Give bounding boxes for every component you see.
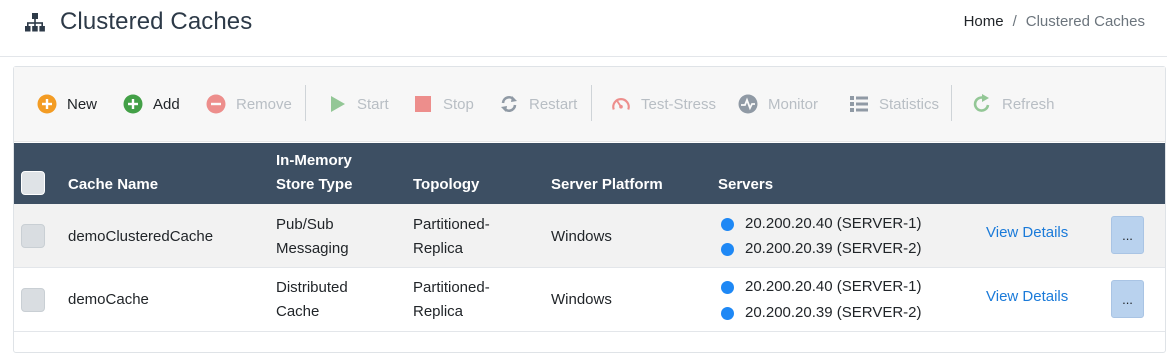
start-button[interactable]: Start <box>327 92 389 116</box>
row-checkbox[interactable] <box>21 224 45 248</box>
table-header: Cache Name In-Memory Store Type Topology… <box>14 143 1165 204</box>
speedometer-icon <box>611 94 631 114</box>
toolbar: New Add Remove Start Stop Restart Test-S… <box>14 67 1165 142</box>
sitemap-icon <box>24 11 46 33</box>
plus-circle-icon <box>123 94 143 114</box>
server-status-dot-icon <box>721 306 734 320</box>
refresh-icon <box>972 94 992 114</box>
col-servers: Servers <box>718 176 774 193</box>
col-store-type-line2: Store Type <box>276 176 353 193</box>
more-actions-button[interactable]: ... <box>1111 280 1144 318</box>
remove-button-label: Remove <box>236 95 292 113</box>
server-address: 20.200.20.39 (SERVER-2) <box>745 304 922 321</box>
topology-line2: Replica <box>413 303 464 320</box>
topology-line1: Partitioned- <box>413 216 490 233</box>
heartbeat-icon <box>738 94 758 114</box>
cache-name: demoClusteredCache <box>68 228 214 245</box>
refresh-button-label: Refresh <box>1002 95 1055 113</box>
breadcrumb-current: Clustered Caches <box>1025 13 1145 30</box>
restart-button-label: Restart <box>529 95 578 113</box>
col-store-type-line1: In-Memory <box>276 152 352 169</box>
row-checkbox[interactable] <box>21 288 45 312</box>
server-address: 20.200.20.40 (SERVER-1) <box>745 278 922 295</box>
store-type-line2: Cache <box>276 303 320 320</box>
topology-line1: Partitioned- <box>413 279 490 296</box>
store-type-line1: Distributed <box>276 279 348 296</box>
toolbar-divider <box>951 85 952 121</box>
toolbar-divider <box>591 85 592 121</box>
server-platform: Windows <box>551 291 612 308</box>
select-all-checkbox[interactable] <box>21 171 45 195</box>
test-stress-button[interactable]: Test-Stress <box>611 92 716 116</box>
table-row[interactable]: demoClusteredCache Pub/Sub Messaging Par… <box>14 204 1165 268</box>
stop-button[interactable]: Stop <box>413 92 474 116</box>
test-stress-button-label: Test-Stress <box>641 95 717 113</box>
monitor-button-label: Monitor <box>768 95 819 113</box>
page-header: Clustered Caches Home / Clustered Caches <box>0 0 1167 57</box>
page-title-wrap: Clustered Caches <box>24 8 252 36</box>
refresh-button[interactable]: Refresh <box>972 92 1055 116</box>
sync-icon <box>499 94 519 114</box>
list-icon <box>849 94 869 114</box>
new-button[interactable]: New <box>37 92 97 116</box>
server-platform: Windows <box>551 228 612 245</box>
server-address: 20.200.20.39 (SERVER-2) <box>745 240 922 257</box>
server-entry: 20.200.20.39 (SERVER-2) <box>721 236 922 262</box>
server-status-dot-icon <box>721 242 734 256</box>
monitor-button[interactable]: Monitor <box>738 92 818 116</box>
topology-line2: Replica <box>413 240 464 257</box>
play-icon <box>327 94 347 114</box>
server-entry: 20.200.20.40 (SERVER-1) <box>721 211 922 237</box>
stop-icon <box>413 94 433 114</box>
store-type-line2: Messaging <box>276 240 349 257</box>
server-entry: 20.200.20.39 (SERVER-2) <box>721 300 922 326</box>
remove-button[interactable]: Remove <box>206 92 292 116</box>
restart-button[interactable]: Restart <box>499 92 577 116</box>
breadcrumb-home-link[interactable]: Home <box>964 13 1004 30</box>
more-actions-button[interactable]: ... <box>1111 216 1144 254</box>
page-title: Clustered Caches <box>60 8 253 35</box>
minus-circle-icon <box>206 94 226 114</box>
col-cache-name: Cache Name <box>68 176 159 193</box>
add-button[interactable]: Add <box>123 92 180 116</box>
caches-panel: New Add Remove Start Stop Restart Test-S… <box>13 66 1166 353</box>
new-button-label: New <box>67 95 98 113</box>
view-details-link[interactable]: View Details <box>986 288 1068 305</box>
col-server-platform: Server Platform <box>551 176 663 193</box>
col-topology: Topology <box>413 176 480 193</box>
table-row[interactable]: demoCache Distributed Cache Partitioned-… <box>14 268 1165 332</box>
server-entry: 20.200.20.40 (SERVER-1) <box>721 274 922 300</box>
plus-circle-icon <box>37 94 57 114</box>
breadcrumb-separator: / <box>1012 13 1017 30</box>
statistics-button-label: Statistics <box>879 95 940 113</box>
server-status-dot-icon <box>721 280 734 294</box>
cache-name: demoCache <box>68 291 149 308</box>
server-address: 20.200.20.40 (SERVER-1) <box>745 215 922 232</box>
stop-button-label: Stop <box>443 95 474 113</box>
toolbar-divider <box>305 85 306 121</box>
add-button-label: Add <box>153 95 180 113</box>
breadcrumb: Home / Clustered Caches <box>964 13 1145 30</box>
start-button-label: Start <box>357 95 389 113</box>
view-details-link[interactable]: View Details <box>986 224 1068 241</box>
statistics-button[interactable]: Statistics <box>849 92 939 116</box>
server-status-dot-icon <box>721 217 734 231</box>
store-type-line1: Pub/Sub <box>276 216 334 233</box>
